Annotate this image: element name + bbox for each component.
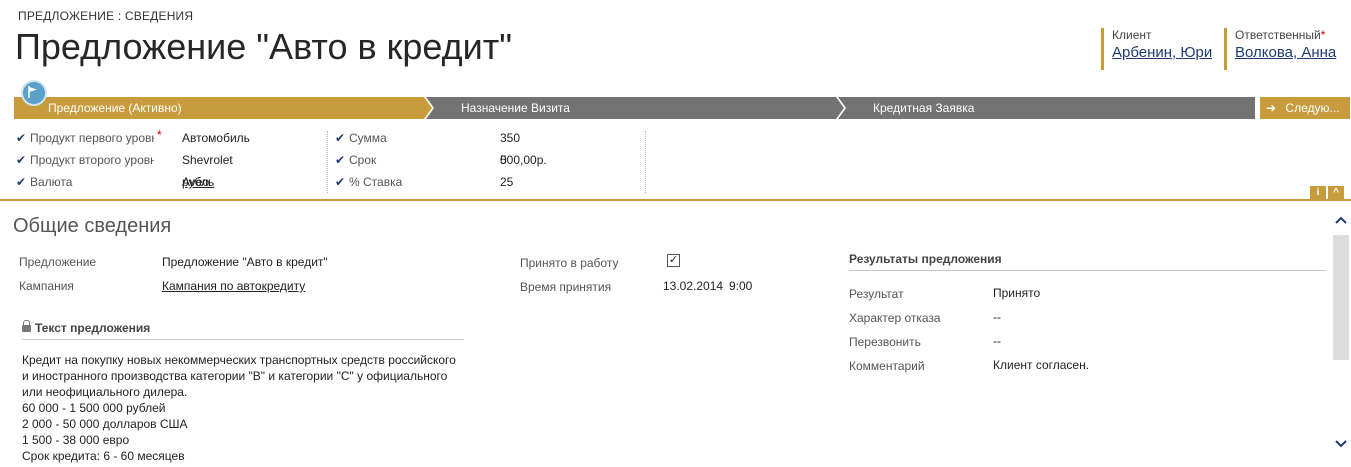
column-divider [327, 131, 328, 193]
text-line: Срок кредита: 6 - 60 месяцев [22, 449, 185, 463]
flag-icon[interactable] [21, 80, 47, 106]
client-field[interactable]: Клиент Арбенин, Юрий [1101, 28, 1212, 70]
field-label: Сумма [349, 131, 387, 145]
process-field-amount[interactable]: ✔ Сумма 350 000,00р. [335, 127, 547, 167]
breadcrumb: ПРЕДЛОЖЕНИЕ : СВЕДЕНИЯ [18, 9, 194, 23]
owner-label: Ответственный [1235, 28, 1321, 42]
process-field-currency[interactable]: ✔ Валюта рубль [16, 171, 214, 193]
offer-text-title: Текст предложения [35, 321, 151, 335]
result-value[interactable]: Принято [993, 286, 1040, 300]
accepted-label: Принято в работу [520, 256, 619, 270]
stage-2-label[interactable]: Назначение Визита [461, 97, 570, 119]
text-line: 1 500 - 38 000 евро [22, 433, 130, 447]
required-marker: * [157, 128, 162, 142]
info-button[interactable]: i [1310, 186, 1326, 199]
text-line: Кредит на покупку новых некоммерческих т… [22, 353, 456, 367]
text-line: 2 000 - 50 000 долларов США [22, 417, 188, 431]
comment-value[interactable]: Клиент согласен. [993, 358, 1089, 372]
process-field-rate[interactable]: ✔% Ставка 25 [335, 171, 513, 193]
owner-link[interactable]: Волкова, Анна [1235, 44, 1345, 61]
field-label: Валюта [30, 175, 73, 189]
callback-value[interactable]: -- [993, 334, 1001, 348]
section-title: Общие сведения [13, 215, 172, 237]
refusal-value[interactable]: -- [993, 310, 1001, 324]
field-value[interactable]: 5 [500, 149, 507, 171]
client-link[interactable]: Арбенин, Юрий [1112, 44, 1212, 61]
process-stage-bar: Предложение (Активно) Назначение Визита … [14, 97, 1255, 119]
comment-label: Комментарий [849, 359, 925, 373]
scroll-up-icon[interactable] [1335, 213, 1347, 227]
field-label: Срок [349, 153, 377, 167]
next-stage-label: Следую... [1285, 101, 1340, 115]
arrow-right-icon: ➔ [1266, 101, 1277, 115]
text-line: и иностранного производства категории "В… [22, 369, 448, 383]
refusal-label: Характер отказа [849, 311, 941, 325]
field-label: % Ставка [349, 175, 403, 189]
accepted-time-label: Время принятия [520, 280, 612, 294]
owner-field[interactable]: Ответственный* Волкова, Анна [1224, 28, 1345, 70]
accepted-date[interactable]: 13.02.2014 [663, 279, 723, 293]
field-label: Продукт второго уровня [30, 153, 154, 167]
page-title: Предложение "Авто в кредит" [15, 26, 513, 67]
client-label: Клиент [1112, 28, 1152, 42]
process-field-term[interactable]: ✔ Срок 5 [335, 149, 507, 171]
field-value[interactable]: 25 [500, 171, 513, 193]
offer-text-body[interactable]: Кредит на покупку новых некоммерческих т… [22, 352, 482, 464]
process-field-product-2[interactable]: ✔ Продукт второго уровня Shevrolet Aveo [16, 149, 233, 189]
divider [0, 199, 1351, 201]
scroll-down-icon[interactable] [1335, 437, 1347, 451]
result-label: Результат [849, 287, 904, 301]
callback-label: Перезвонить [849, 335, 921, 349]
text-line: 60 000 - 1 500 000 рублей [22, 401, 166, 415]
next-stage-button[interactable]: ➔ Следую... [1258, 97, 1350, 119]
field-value[interactable]: 350 000,00р. [500, 127, 547, 171]
currency-link[interactable]: рубль [182, 171, 214, 193]
campaign-link[interactable]: Кампания по автокредиту [162, 279, 305, 293]
check-icon: ✔ [335, 153, 346, 167]
offer-value[interactable]: Предложение "Авто в кредит" [162, 255, 328, 269]
lock-icon [22, 320, 31, 332]
accepted-time[interactable]: 9:00 [729, 279, 752, 293]
check-icon: ✔ [16, 153, 27, 167]
stage-bar-shapes [14, 97, 1255, 119]
check-icon: ✔ [335, 131, 346, 145]
accepted-checkbox[interactable]: ✓ [667, 254, 680, 267]
collapse-button[interactable]: ^ [1328, 186, 1344, 199]
stage-3-label[interactable]: Кредитная Заявка [873, 97, 974, 119]
text-line: или неофициального дилера. [22, 385, 188, 399]
campaign-label: Кампания [19, 279, 74, 293]
required-marker: * [1320, 28, 1326, 42]
offer-label: Предложение [19, 255, 97, 269]
field-value[interactable]: Автомобиль [182, 127, 250, 149]
scrollbar-thumb[interactable] [1333, 235, 1349, 360]
check-icon: ✔ [16, 131, 27, 145]
offer-text-header: Текст предложения [22, 320, 464, 340]
check-icon: ✔ [335, 175, 346, 189]
process-field-product-1[interactable]: ✔ Продукт первого уровня * Автомобиль [16, 127, 250, 149]
field-label: Продукт первого уровня [30, 131, 154, 145]
column-divider [645, 131, 646, 193]
check-icon: ✔ [16, 175, 27, 189]
results-header: Результаты предложения [849, 252, 1326, 271]
stage-1-label[interactable]: Предложение (Активно) [48, 97, 182, 119]
